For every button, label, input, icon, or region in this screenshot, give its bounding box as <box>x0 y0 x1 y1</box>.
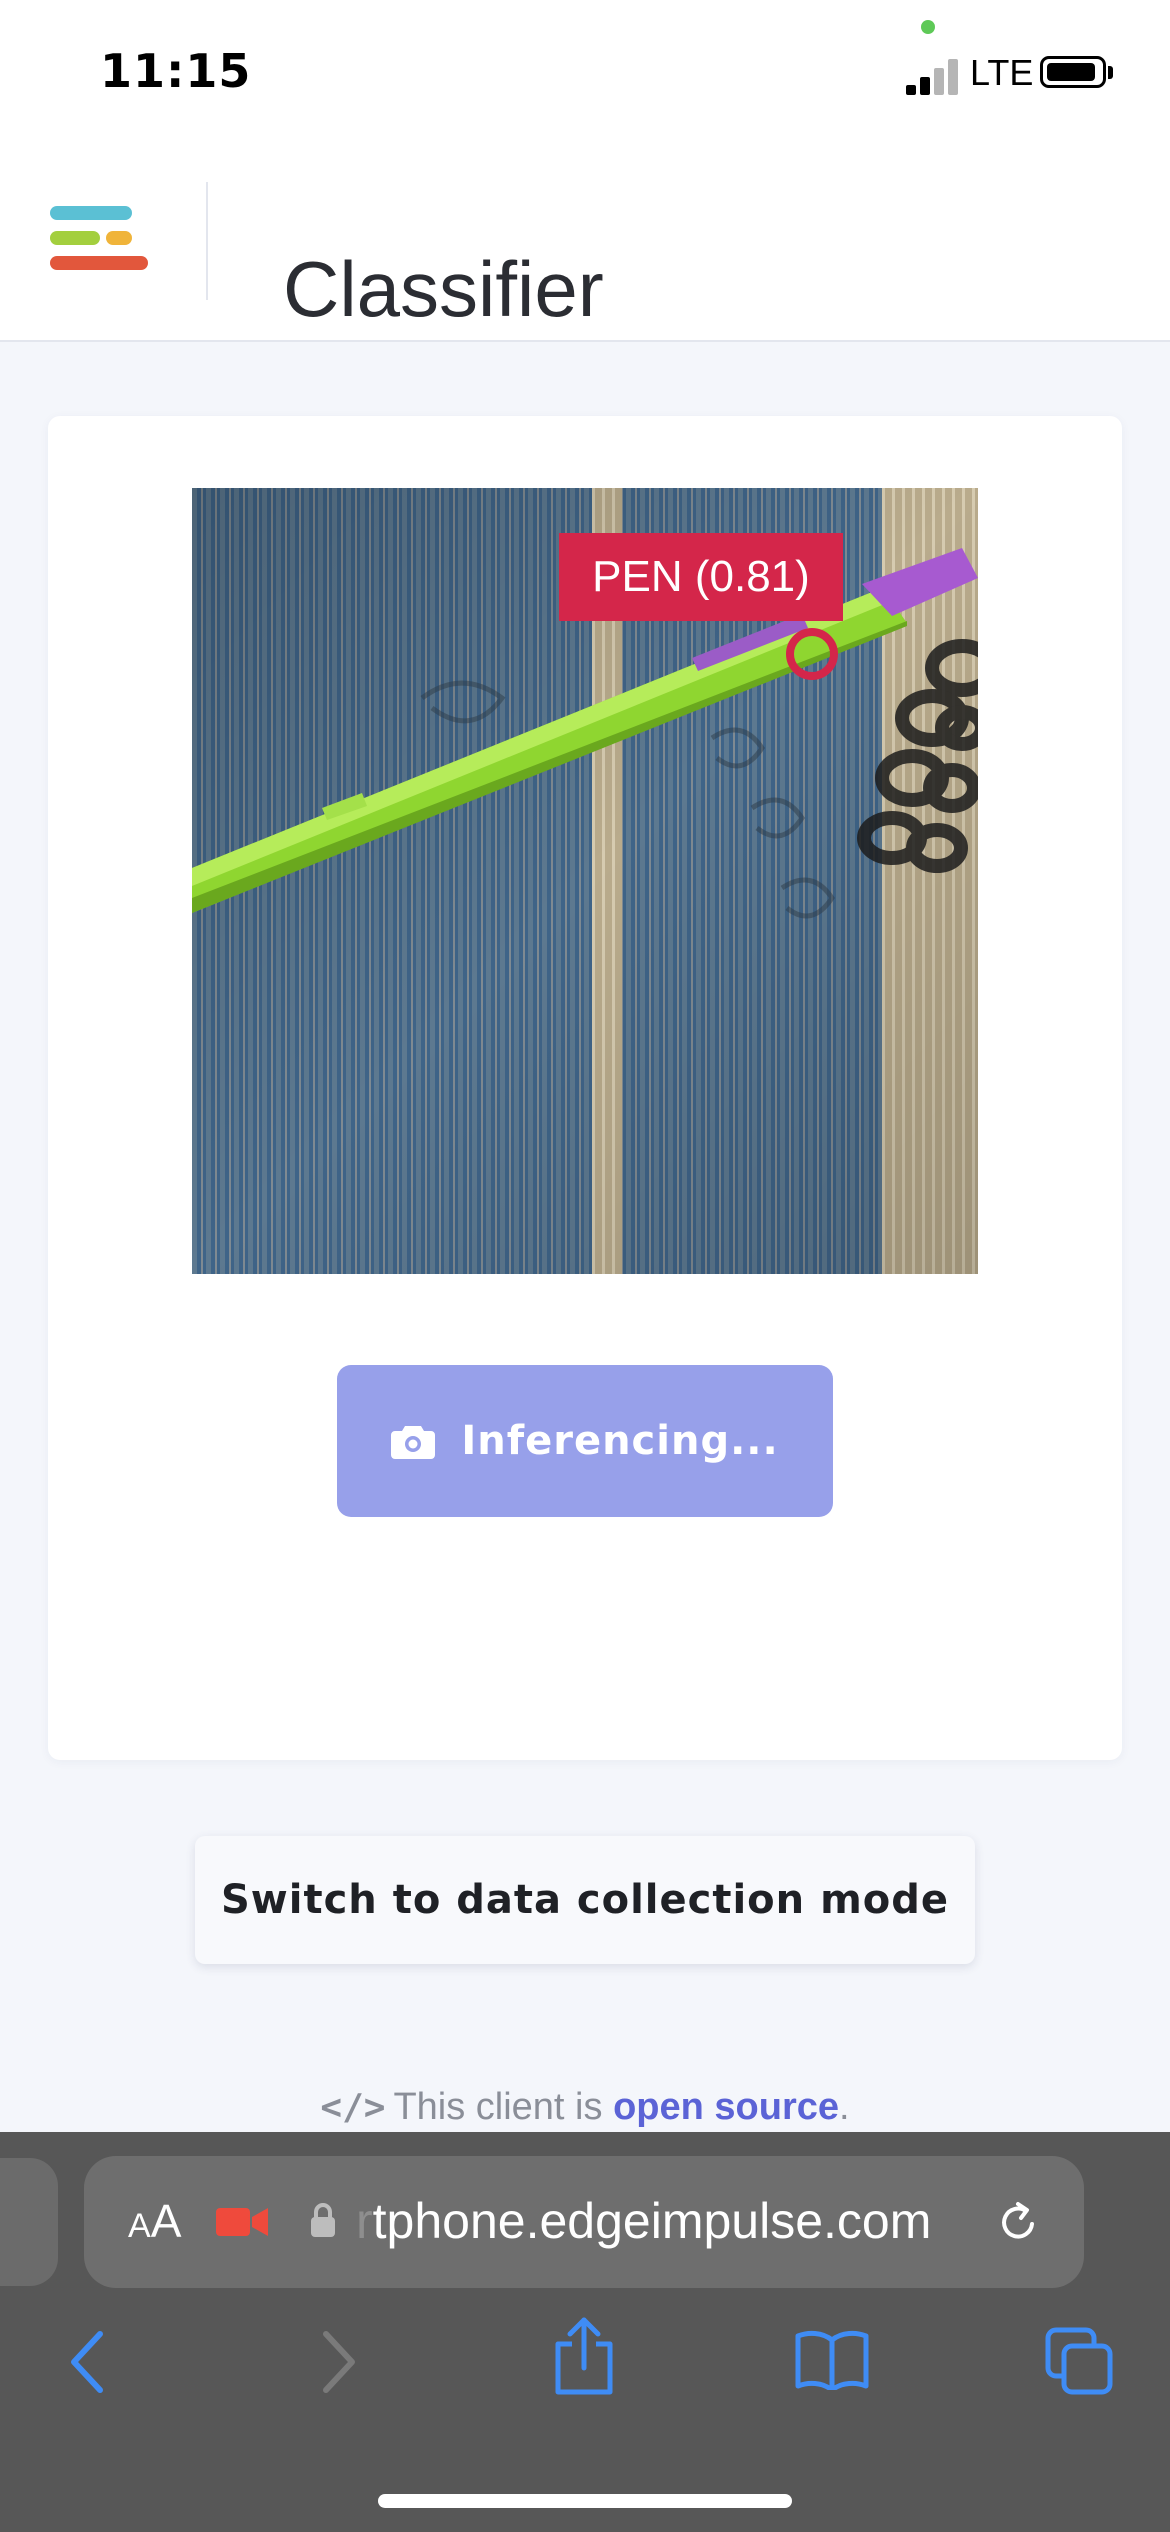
battery-icon <box>1040 56 1106 88</box>
forward-icon[interactable] <box>316 2328 360 2396</box>
share-icon[interactable] <box>550 2316 618 2396</box>
code-icon: </> <box>320 2087 386 2128</box>
back-icon[interactable] <box>66 2328 110 2396</box>
inferencing-button[interactable]: Inferencing... <box>337 1365 833 1517</box>
footer-period: . <box>839 2086 850 2128</box>
tabs-icon[interactable] <box>1044 2326 1114 2396</box>
lock-icon <box>311 2203 335 2237</box>
status-bar: 11:15 LTE <box>0 0 1170 140</box>
detection-marker <box>786 628 838 680</box>
browser-toolbar: AA rtphone.edgeimpulse.com <box>0 2132 1170 2532</box>
switch-mode-label: Switch to data collection mode <box>221 1877 949 1923</box>
detection-label: PEN (0.81) <box>559 533 843 621</box>
battery-cap <box>1108 66 1113 79</box>
edge-impulse-logo-icon[interactable] <box>50 200 160 280</box>
bookmarks-icon[interactable] <box>794 2330 870 2390</box>
previous-tab-peek[interactable] <box>0 2158 58 2286</box>
footer-text: This client is <box>393 2086 614 2128</box>
video-recording-icon[interactable] <box>216 2206 268 2238</box>
camera-icon <box>391 1426 436 1459</box>
open-source-link[interactable]: open source <box>613 2086 839 2128</box>
network-type: LTE <box>970 52 1034 93</box>
url-text[interactable]: rtphone.edgeimpulse.com <box>356 2192 931 2250</box>
privacy-indicator-dot <box>921 20 935 34</box>
switch-mode-button[interactable]: Switch to data collection mode <box>195 1836 975 1964</box>
status-time: 11:15 <box>100 44 252 98</box>
header-divider <box>206 182 208 300</box>
home-indicator[interactable] <box>378 2494 792 2508</box>
inferencing-button-label: Inferencing... <box>461 1418 779 1464</box>
app-header: Classifier <box>0 140 1170 342</box>
signal-strength-icon <box>906 55 958 95</box>
text-size-button[interactable]: AA <box>128 2194 181 2248</box>
reload-icon[interactable] <box>994 2198 1042 2246</box>
address-bar[interactable]: AA rtphone.edgeimpulse.com <box>84 2156 1084 2288</box>
page-title: Classifier <box>283 245 604 334</box>
footer-note: </> This client is open source. <box>0 2086 1170 2129</box>
